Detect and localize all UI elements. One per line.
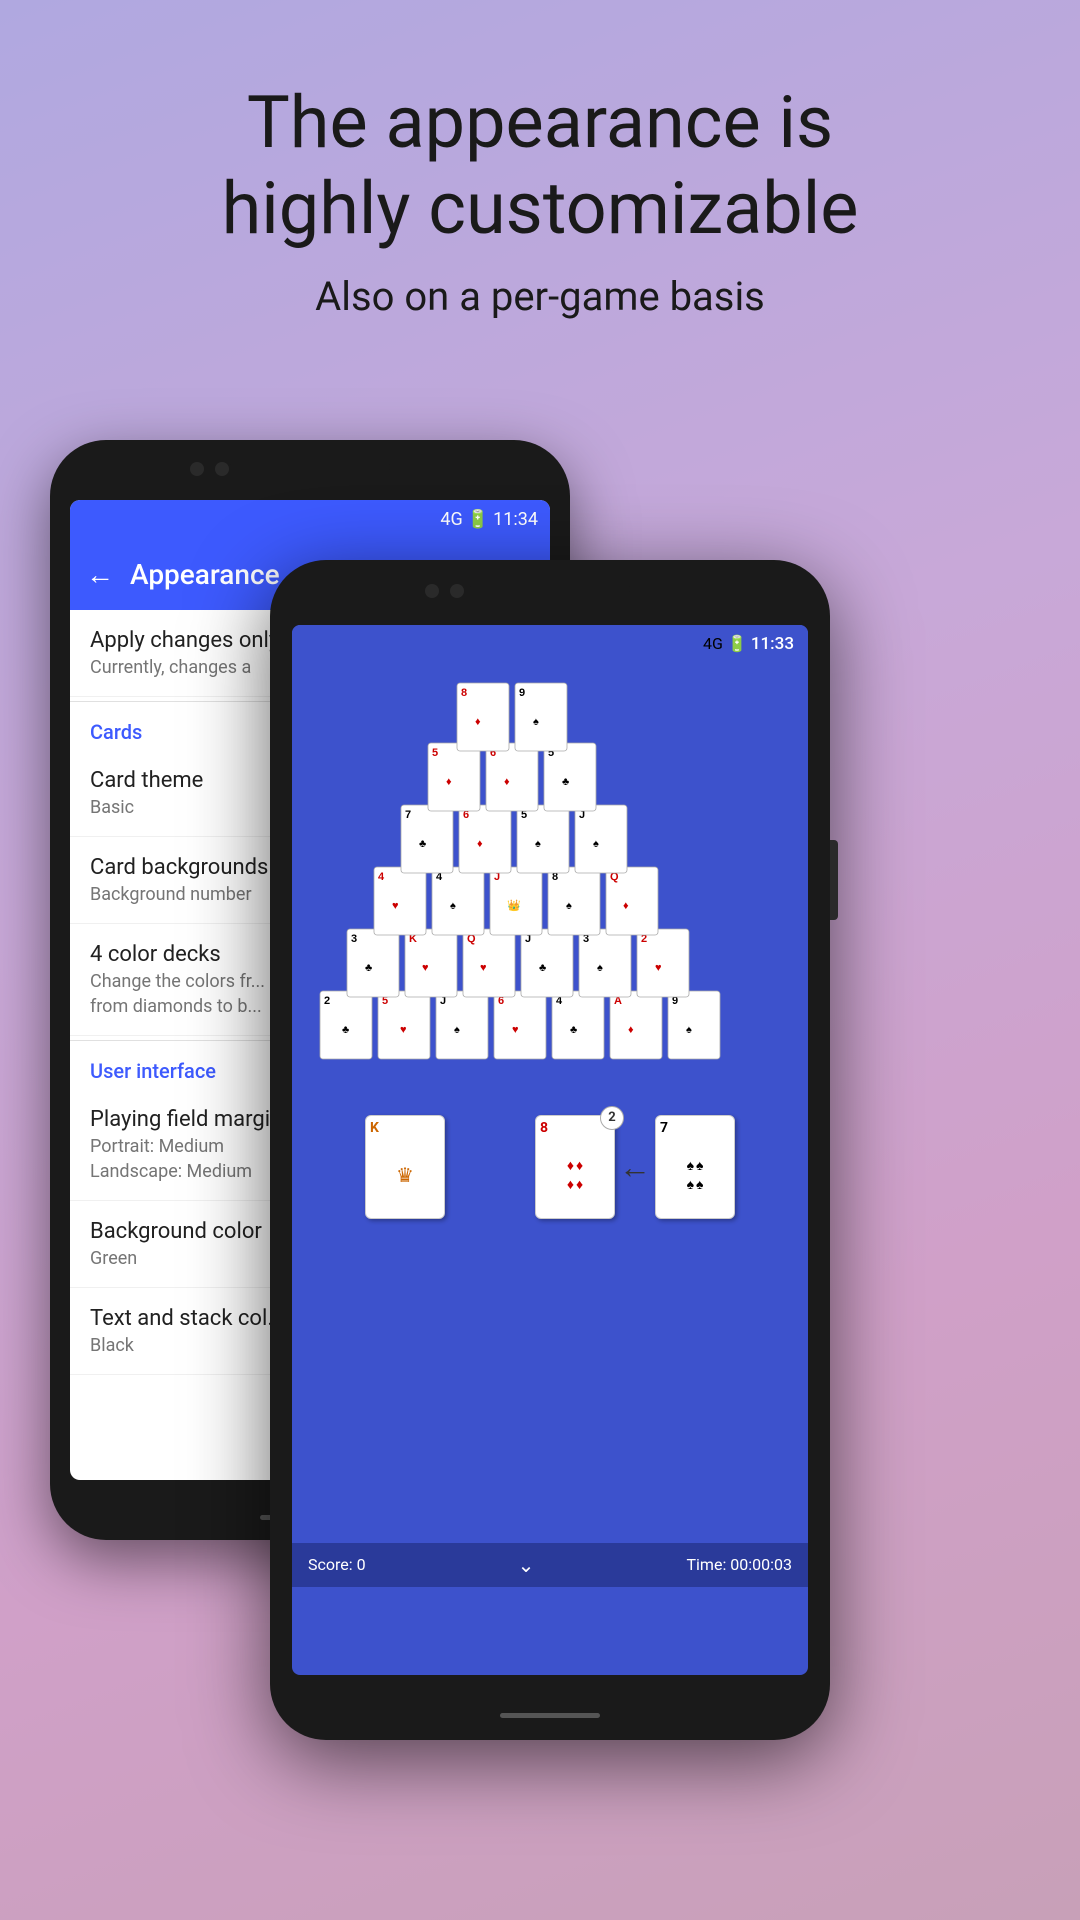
svg-text:♦: ♦ <box>628 1024 634 1036</box>
svg-text:♥: ♥ <box>480 962 487 974</box>
header-title: The appearance is highly customizable <box>60 80 1020 253</box>
svg-text:2: 2 <box>324 995 330 1007</box>
card-pyramid: .card-bg { fill: white; stroke: #ccc; st… <box>310 681 790 1101</box>
status-bar-front: 4G 🔋 11:33 <box>292 625 808 663</box>
svg-text:♣: ♣ <box>342 1024 349 1036</box>
arrow-with-badge: 8 ♦ ♦ ♦ ♦ 2 ← <box>535 1115 735 1219</box>
phone-front: 4G 🔋 11:33 .card-bg { fill: white; strok… <box>270 560 830 1740</box>
seven-spades-card[interactable]: 7 ♠ ♠ ♠ ♠ <box>655 1115 735 1219</box>
svg-text:♣: ♣ <box>570 1024 577 1036</box>
phone-front-camera1 <box>425 584 439 598</box>
svg-text:9: 9 <box>519 687 525 699</box>
network-indicator-back: 4G <box>440 509 462 530</box>
svg-text:4: 4 <box>378 871 385 883</box>
badge-number: 2 <box>600 1106 624 1130</box>
time-back: 11:34 <box>493 509 538 530</box>
svg-text:♣: ♣ <box>419 838 426 850</box>
left-arrow-icon: ← <box>619 1148 651 1186</box>
svg-text:♥: ♥ <box>422 962 429 974</box>
chevron-down-icon[interactable]: ⌄ <box>518 1553 535 1577</box>
svg-text:♥: ♥ <box>655 962 662 974</box>
svg-text:5: 5 <box>432 747 438 759</box>
svg-text:♦: ♦ <box>504 776 510 788</box>
phone-front-camera2 <box>450 584 464 598</box>
svg-text:7: 7 <box>405 809 411 821</box>
svg-text:♠: ♠ <box>566 900 572 912</box>
phone-back-camera2 <box>215 462 229 476</box>
battery-icon-back: 🔋 <box>467 509 489 530</box>
game-area: .card-bg { fill: white; stroke: #ccc; st… <box>292 663 808 1543</box>
svg-text:♥: ♥ <box>512 1024 519 1036</box>
svg-text:♦: ♦ <box>623 900 629 912</box>
svg-text:♥: ♥ <box>392 900 399 912</box>
svg-text:👑: 👑 <box>507 899 521 912</box>
king-card[interactable]: K ♛ <box>365 1115 445 1219</box>
back-arrow-icon[interactable]: ← <box>86 558 114 591</box>
phone-front-side-button <box>830 840 838 920</box>
eight-diamonds-card[interactable]: 8 ♦ ♦ ♦ ♦ 2 <box>535 1115 615 1219</box>
svg-text:♣: ♣ <box>562 776 569 788</box>
status-bar-back: 4G 🔋 11:34 <box>70 500 550 540</box>
svg-text:♠: ♠ <box>450 900 456 912</box>
time-label: Time: 00:00:03 <box>686 1555 792 1574</box>
svg-text:♣: ♣ <box>365 962 372 974</box>
svg-text:8: 8 <box>461 687 467 699</box>
phones-container: 4G 🔋 11:34 ← Appearance Apply changes on… <box>0 380 1080 1780</box>
svg-text:♦: ♦ <box>477 838 483 850</box>
phone-front-home-indicator <box>500 1713 600 1718</box>
network-indicator-front: 4G <box>703 634 723 653</box>
svg-text:♠: ♠ <box>597 962 603 974</box>
svg-text:♠: ♠ <box>533 716 539 728</box>
phone-back-notch <box>230 458 390 476</box>
score-label: Score: 0 <box>308 1555 366 1574</box>
phone-back-camera1 <box>190 462 204 476</box>
header-section: The appearance is highly customizable Al… <box>0 0 1080 360</box>
battery-icon-front: 🔋 <box>727 634 747 653</box>
svg-text:♠: ♠ <box>593 838 599 850</box>
phone-front-screen: 4G 🔋 11:33 .card-bg { fill: white; strok… <box>292 625 808 1675</box>
status-icons-front: 4G 🔋 11:33 <box>703 634 794 654</box>
bottom-cards-row: K ♛ 8 ♦ ♦ ♦ ♦ <box>300 1115 800 1219</box>
svg-text:♣: ♣ <box>539 962 546 974</box>
svg-text:3: 3 <box>351 933 357 945</box>
svg-text:♠: ♠ <box>686 1024 692 1036</box>
svg-text:♦: ♦ <box>446 776 452 788</box>
svg-text:♠: ♠ <box>535 838 541 850</box>
app-bar-title-back: Appearance <box>130 558 280 591</box>
svg-text:♥: ♥ <box>400 1024 407 1036</box>
score-bar: Score: 0 ⌄ Time: 00:00:03 <box>292 1543 808 1587</box>
svg-text:♦: ♦ <box>475 716 481 728</box>
time-front: 11:33 <box>751 634 794 654</box>
header-subtitle: Also on a per-game basis <box>60 273 1020 320</box>
status-icons-back: 4G 🔋 11:34 <box>440 509 538 530</box>
svg-text:♠: ♠ <box>454 1024 460 1036</box>
phone-front-notch <box>470 580 630 598</box>
